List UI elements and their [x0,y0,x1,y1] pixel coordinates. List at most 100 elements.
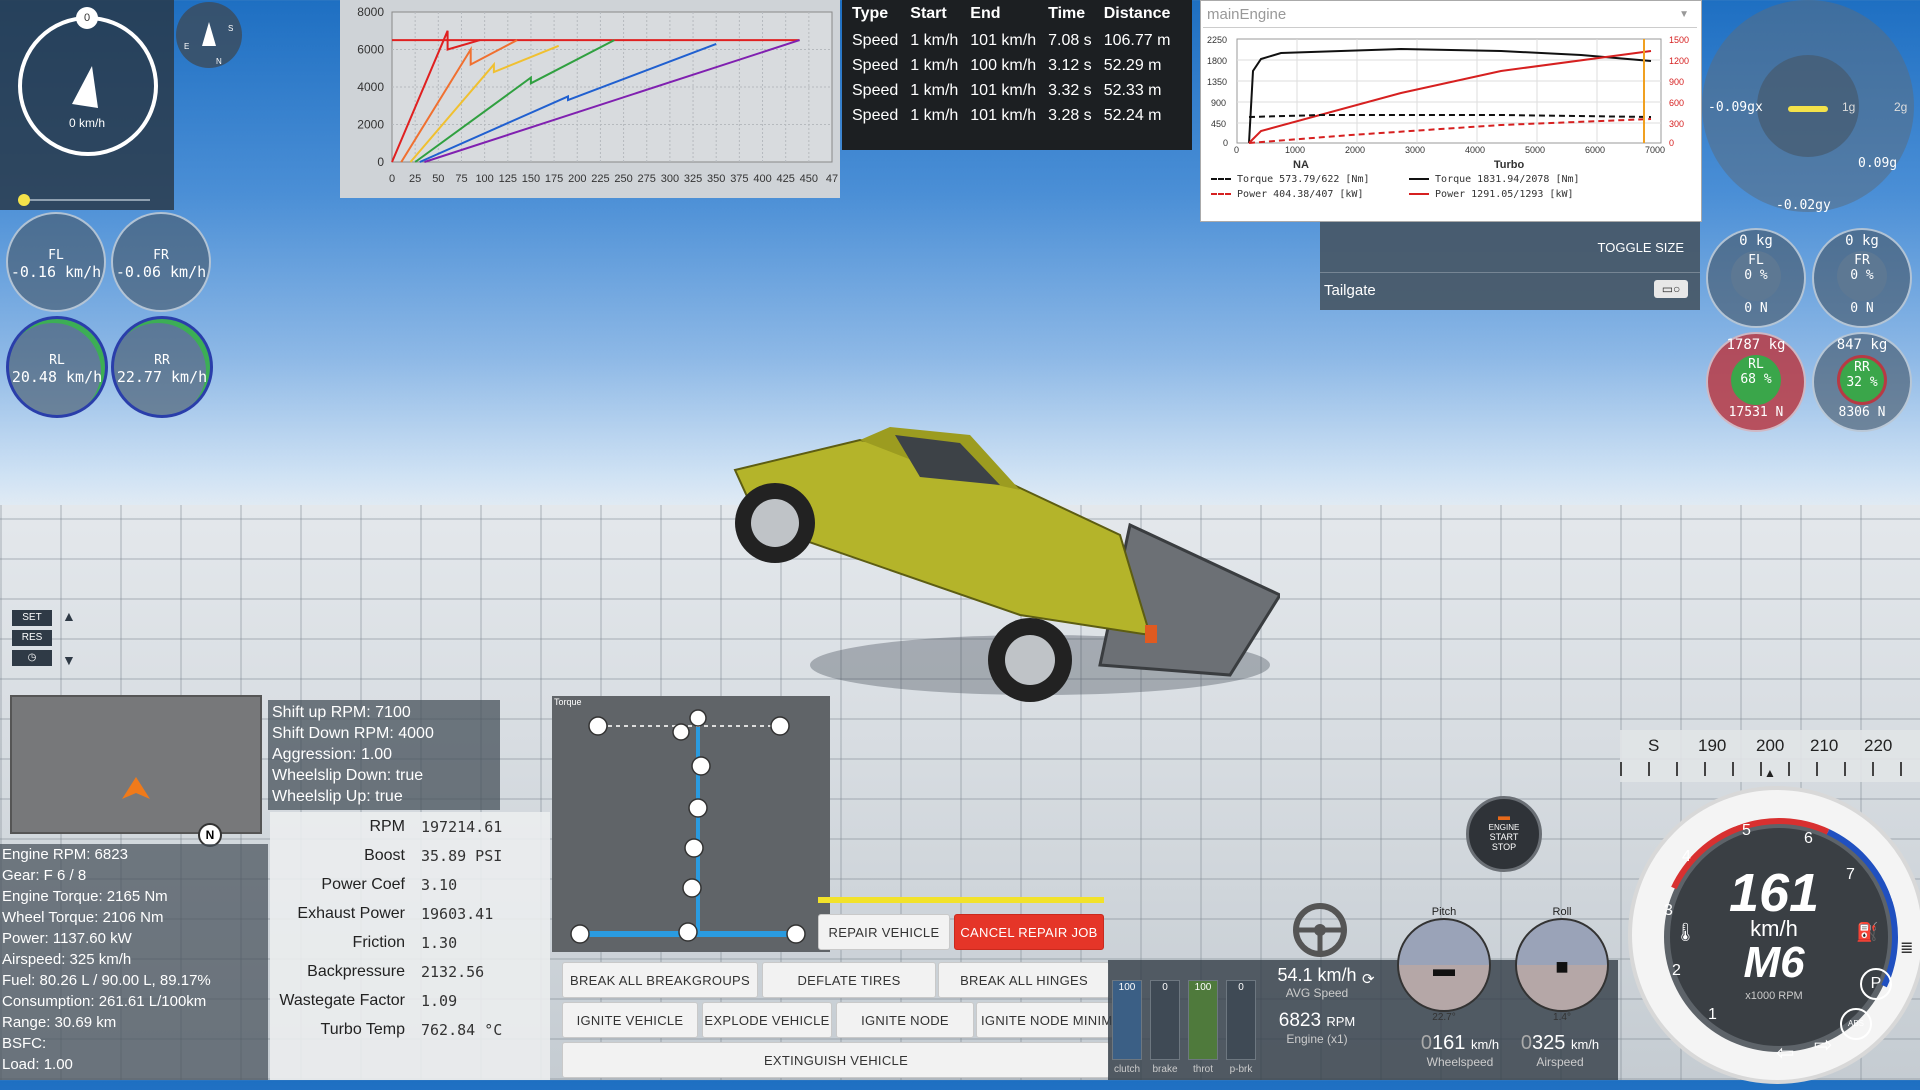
load-kg: 847 kg [1836,337,1888,353]
pickup-front-icon: ■ [1555,954,1569,979]
engine-select[interactable]: mainEngine ▼ [1203,3,1697,28]
cell: 1 km/h [910,31,959,49]
cruise-set-button[interactable]: SET [12,610,52,626]
rpm-number: 2 [1672,962,1681,979]
engine-value-val: 1.09 [421,991,458,1010]
rpm-number: 3 [1664,902,1673,919]
cruise-down-icon[interactable]: ▼ [62,652,76,668]
engine-start-stop-button[interactable]: ▬ ENGINE START STOP [1466,796,1542,872]
minimap[interactable]: N [10,695,262,847]
engine-button-line: STOP [1491,842,1517,852]
cell: Speed [852,31,899,49]
acceleration-chart-panel: 8000 6000 4000 2000 0 0 25 50 75 100 125 150 175 200 2… [340,0,840,198]
x-tick-label: 25 [409,173,421,185]
compass-letter-n: N [216,57,222,66]
brake-bar: 0 brake [1150,980,1180,1075]
wheelspeed-value: 161 [1432,1032,1466,1054]
wheel-id-rl: RL [49,353,65,368]
cell: 3.28 s [1048,106,1092,124]
player-arrow-icon [122,777,150,799]
steering-wheel-icon [1290,900,1350,960]
engine-value-row: Boost 35.89 PSI [270,841,550,870]
cancel-repair-button[interactable]: CANCEL REPAIR JOB [954,914,1104,950]
heading-label: 190 [1698,736,1727,755]
slider-handle[interactable] [18,194,30,206]
ignite-node-minimal-button[interactable]: IGNITE NODE MINIM [976,1002,1114,1038]
engine-value-row: Friction 1.30 [270,928,550,957]
chevron-down-icon: ▼ [1679,9,1689,20]
avg-speed-value: 54.1 km/h [1277,965,1357,985]
y-left-tick: 900 [1211,98,1226,108]
y-tick-label: 4000 [357,80,384,94]
x-tick-label: 175 [545,173,563,185]
ignite-vehicle-button[interactable]: IGNITE VEHICLE [562,1002,698,1038]
drivetrain-diagram [570,709,806,944]
repair-vehicle-button[interactable]: REPAIR VEHICLE [818,914,950,950]
heading-label: 210 [1810,736,1839,755]
parking-brake-label: p-brk [1229,1064,1253,1075]
load-pct: 0 % [1744,268,1768,283]
engine-value-row: Backpressure 2132.56 [270,957,550,986]
x-tick-label: 0 [389,173,395,185]
wheel-speed-fr: FR -0.06 km/h [111,212,211,312]
engine-info-line: Consumption: 261.61 L/100km [2,993,207,1010]
g-meter-dot [1788,106,1828,112]
wheel-id-fr: FR [153,248,169,263]
shift-info-line: Wheelslip Down: true [272,767,424,784]
break-all-hinges-button[interactable]: BREAK ALL HINGES [938,962,1110,998]
load-kg: 0 kg [1739,233,1773,249]
engine-value-val: 1.30 [421,933,458,952]
cruise-up-icon[interactable]: ▲ [62,608,76,624]
x-tick-label: 450 [800,173,818,185]
cell: 101 km/h [970,31,1037,49]
cell: 101 km/h [970,81,1037,99]
engine-node-icon [689,709,707,727]
extinguish-vehicle-button[interactable]: EXTINGUISH VEHICLE [562,1042,1110,1078]
deflate-tires-button[interactable]: DEFLATE TIRES [762,962,936,998]
break-all-breakgroups-button[interactable]: BREAK ALL BREAKGROUPS [562,962,758,998]
clutch-value: 100 [1118,982,1136,993]
clutch-bar: 100 clutch [1112,980,1142,1075]
col-type: Type [852,5,889,22]
cell: Speed [852,106,899,124]
slider-track[interactable] [20,199,150,201]
toggle-size-button[interactable]: TOGGLE SIZE [1598,240,1684,255]
y-right-tick: 900 [1669,77,1684,87]
refresh-icon[interactable]: ⟳ [1362,970,1375,988]
y-left-tick: 2250 [1207,35,1227,45]
engine-info-line: Wheel Torque: 2106 Nm [2,909,164,926]
table-row: Speed 1 km/h 100 km/h 3.12 s 52.29 m [846,53,1176,78]
x-tick-label: 75 [455,173,467,185]
explode-vehicle-button[interactable]: EXPLODE VEHICLE [702,1002,832,1038]
avg-speed-block: 54.1 km/h AVG Speed 6823 RPM Engine (x1) [1262,965,1372,1075]
y-left-tick: 450 [1211,119,1226,129]
abs-icon: ABS [1840,1008,1872,1040]
wheel-speed-fr-value: -0.06 km/h [115,263,207,281]
engine-value-row: RPM 197214.61 [270,812,550,841]
load-pct: 0 % [1850,268,1874,283]
load-newtons: 8306 N [1838,405,1886,420]
repair-progress-bar [818,897,1104,903]
cruise-res-button[interactable]: RES [12,630,52,646]
engine-info-panel: Engine RPM: 6823 Gear: F 6 / 8 Engine To… [0,844,268,1080]
cell: 106.77 m [1103,31,1171,49]
rpm-label: Engine (x1) [1286,1032,1348,1046]
y-tick-label: 2000 [357,118,384,132]
heading-label: 200 [1756,736,1785,755]
engine-value-row: Power Coef 3.10 [270,870,550,899]
engine-value-row: Exhaust Power 19603.41 [270,899,550,928]
left-turn-signal-icon: ⇦ [1776,1040,1795,1065]
x-tick-label: 200 [568,173,586,185]
load-kg: 1787 kg [1726,337,1786,353]
legend-na-title: NA [1293,159,1309,171]
x-tick: 2000 [1345,145,1365,153]
engine-info-line: Gear: F 6 / 8 [2,867,87,884]
keyboard-toggle-icon[interactable]: ▭○ [1654,280,1688,298]
cruise-speed-icon[interactable]: ◷ [12,650,52,666]
ignite-node-button[interactable]: IGNITE NODE [836,1002,974,1038]
engine-value-key: Friction [352,933,405,951]
engine-value-val: 35.89 PSI [421,846,503,865]
right-turn-signal-icon: ⇨ [1814,1032,1833,1057]
engine-select-value: mainEngine [1207,6,1287,23]
engine-info-line: Engine Torque: 2165 Nm [2,888,168,905]
